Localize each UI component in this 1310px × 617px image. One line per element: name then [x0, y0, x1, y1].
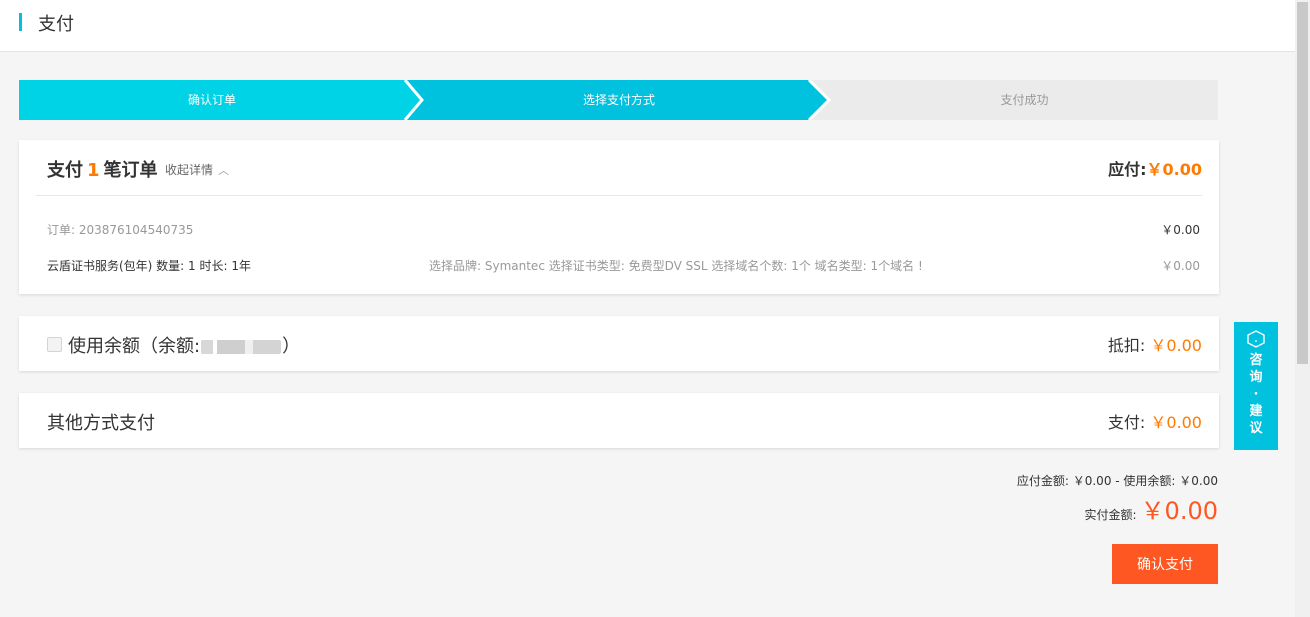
title-prefix: 支付: [47, 160, 83, 181]
payable-amount: ￥0.00: [1146, 160, 1202, 179]
scrollbar[interactable]: [1295, 0, 1310, 617]
consult-char: 建: [1249, 404, 1263, 419]
item-amount: ￥0.00: [1161, 259, 1200, 273]
progress-steps: 确认订单 选择支付方式 支付成功: [19, 80, 1218, 120]
order-count: 1: [87, 160, 100, 181]
chevron-up-icon: ︿: [218, 164, 230, 177]
balance-card: 使用余额（余额: ） 抵扣: ￥0.00: [19, 316, 1219, 371]
page-title: 支付: [38, 14, 74, 35]
consult-char: 咨: [1249, 353, 1263, 368]
pay-amount: ￥0.00: [1150, 413, 1202, 432]
confirm-payment-button[interactable]: 确认支付: [1112, 544, 1218, 584]
item-name: 云盾证书服务(包年) 数量: 1 时长: 1年: [47, 259, 251, 273]
top-bar: 支付: [0, 0, 1295, 52]
scrollbar-thumb[interactable]: [1297, 2, 1308, 364]
order-summary-card: 支付 1 笔订单 收起详情 ︿ 应付:￥0.00 订单: 20387610454073…: [19, 140, 1219, 294]
balance-label-suffix: ）: [282, 336, 301, 357]
other-payment-card[interactable]: 其他方式支付 支付: ￥0.00: [19, 393, 1219, 448]
toggle-label: 收起详情: [165, 163, 214, 177]
order-summary-title: 支付 1 笔订单: [47, 156, 158, 182]
consult-char: ·: [1253, 387, 1259, 402]
actual-payment-amount: ￥0.00: [1140, 497, 1218, 525]
step-payment-success: 支付成功: [1000, 93, 1049, 107]
divider: [36, 195, 1202, 196]
use-balance-checkbox[interactable]: [47, 337, 62, 352]
collapse-details-toggle[interactable]: 收起详情 ︿: [165, 161, 229, 178]
other-payment-label[interactable]: 其他方式支付: [47, 409, 155, 435]
deduct-total: 抵扣: ￥0.00: [1108, 332, 1202, 356]
balance-label-prefix: 使用余额（余额:: [68, 336, 201, 357]
consult-char: 询: [1249, 370, 1263, 385]
pay-label: 支付:: [1107, 413, 1146, 432]
order-number: 订单: 203876104540735: [47, 223, 194, 237]
consult-suggest-button[interactable]: 咨 询 · 建 议: [1234, 322, 1278, 450]
deduct-amount: ￥0.00: [1150, 336, 1202, 355]
other-pay-total: 支付: ￥0.00: [1108, 409, 1202, 433]
title-accent-bar: [19, 13, 22, 31]
step-confirm-order: 确认订单: [187, 93, 236, 107]
deduct-label: 抵扣:: [1107, 336, 1146, 355]
consult-char: 议: [1249, 421, 1263, 436]
title-suffix: 笔订单: [103, 160, 158, 181]
consult-text: 咨 询 · 建 议: [1234, 352, 1278, 437]
hexagon-chat-icon: [1247, 330, 1265, 348]
order-amount: ￥0.00: [1161, 223, 1200, 237]
actual-payment-label: 实付金额:: [1084, 508, 1137, 522]
use-balance-label[interactable]: 使用余额（余额: ）: [68, 332, 300, 358]
item-spec: 选择品牌: Symantec 选择证书类型: 免费型DV SSL 选择域名个数:…: [429, 259, 923, 273]
actual-payment: 实付金额: ￥0.00: [1085, 491, 1218, 526]
payable-label: 应付:: [1108, 160, 1147, 179]
step-select-payment: 选择支付方式: [582, 93, 655, 107]
payable-total: 应付:￥0.00: [1108, 156, 1202, 180]
masked-balance-value: [201, 340, 282, 354]
payment-summary-line: 应付金额: ￥0.00 - 使用余额: ￥0.00: [1016, 474, 1218, 488]
